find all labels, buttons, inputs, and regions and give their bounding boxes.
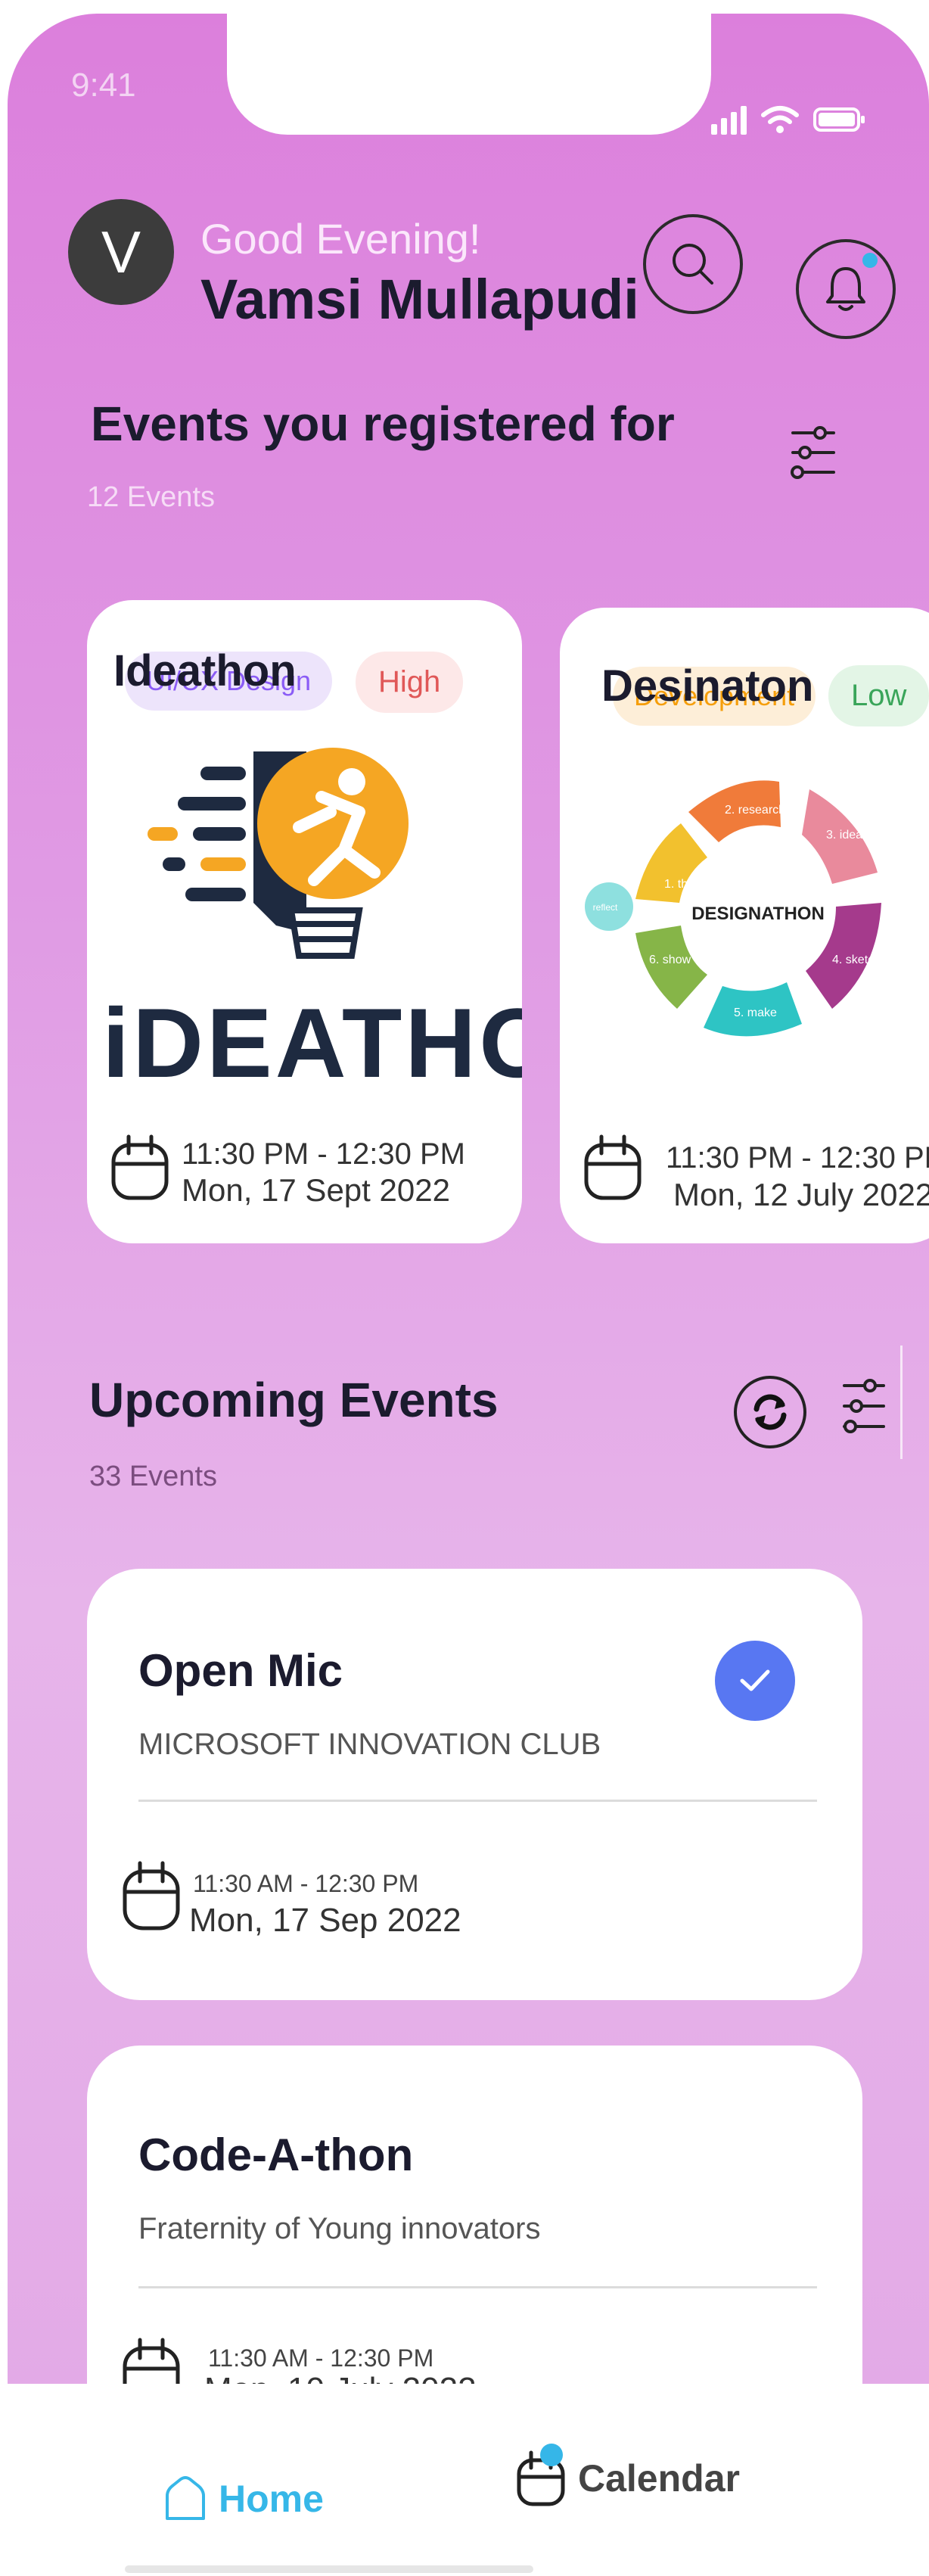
refresh-icon xyxy=(753,1394,787,1430)
event-time: 11:30 PM - 12:30 PM xyxy=(666,1141,929,1174)
event-time: 11:30 PM - 12:30 PM xyxy=(182,1137,465,1171)
notifications-button[interactable] xyxy=(796,239,896,339)
calendar-badge-dot xyxy=(540,2444,563,2466)
card-divider xyxy=(138,1800,817,1802)
home-indicator xyxy=(125,2565,533,2573)
calendar-icon xyxy=(584,1134,642,1200)
event-organizer: Fraternity of Young innovators xyxy=(138,2212,541,2245)
registered-section-title: Events you registered for xyxy=(91,397,675,451)
upcoming-count: 33 Events xyxy=(89,1461,217,1492)
event-date: Mon, 17 Sep 2022 xyxy=(189,1902,461,1939)
cycle-segment-label: 6. show xyxy=(649,954,691,966)
avatar[interactable]: V xyxy=(68,199,174,305)
divider xyxy=(900,1346,903,1459)
event-time: 11:30 AM - 12:30 PM xyxy=(193,1870,419,1897)
notification-dot xyxy=(862,253,878,268)
refresh-button[interactable] xyxy=(734,1376,806,1448)
cycle-segment-label: reflect xyxy=(593,902,618,913)
calendar-tab-icon-wrapper xyxy=(514,2444,567,2509)
event-title: Open Mic xyxy=(138,1645,343,1696)
battery-icon xyxy=(813,107,865,132)
cycle-segment-label: 4. sketch xyxy=(832,954,881,966)
phone-screen: 9:41 V Good Evening! Vamsi Mullapudi Eve… xyxy=(8,14,929,2576)
ideathon-logo-image xyxy=(148,748,409,959)
logo-text: iDEATHON xyxy=(102,988,522,1098)
card-divider xyxy=(138,2286,817,2288)
wifi-icon xyxy=(761,106,799,133)
cycle-segment-label: 3. ideate xyxy=(826,829,872,842)
event-date: Mon, 17 Sept 2022 xyxy=(182,1172,450,1208)
cycle-segment-label: 5. make xyxy=(734,1006,777,1019)
calendar-icon xyxy=(111,1134,169,1200)
upcoming-event-card[interactable]: Open Mic MICROSOFT INNOVATION CLUB 11:30… xyxy=(87,1569,862,2000)
calendar-icon xyxy=(123,1861,180,1930)
status-icons xyxy=(711,97,866,142)
home-icon xyxy=(166,2476,205,2520)
logo-text: DESIGNATHON xyxy=(691,904,825,924)
search-icon xyxy=(673,244,713,285)
registered-count: 12 Events xyxy=(87,481,215,513)
priority-badge: High xyxy=(356,652,464,713)
event-title: Code-A-thon xyxy=(138,2130,414,2180)
cycle-segment-label: 1. theme xyxy=(664,878,711,891)
tab-calendar-label: Calendar xyxy=(578,2457,740,2500)
tab-home-label: Home xyxy=(219,2478,324,2520)
priority-badge: Low xyxy=(828,665,929,726)
greeting-text: Good Evening! xyxy=(200,215,481,263)
event-time: 11:30 AM - 12:30 PM xyxy=(208,2344,434,2372)
event-title: Ideathon xyxy=(113,646,297,695)
registered-event-card[interactable]: UI/UX Design Ideathon High iDEATHON xyxy=(87,600,522,1243)
search-button[interactable] xyxy=(643,214,743,314)
designathon-cycle-image: reflect 1. theme 2. research 3. ideate 4… xyxy=(585,780,881,1037)
cycle-segment-label: 2. research xyxy=(725,804,785,817)
event-organizer: MICROSOFT INNOVATION CLUB xyxy=(138,1728,601,1761)
event-date: Mon, 12 July 2022 xyxy=(673,1177,929,1212)
bell-icon xyxy=(826,267,865,311)
check-icon xyxy=(740,1669,770,1691)
signal-icon xyxy=(711,104,747,135)
user-name: Vamsi Mullapudi xyxy=(200,268,639,331)
filter-icon[interactable] xyxy=(840,1372,888,1440)
registered-check-badge[interactable] xyxy=(715,1641,795,1721)
event-title: Desinaton xyxy=(601,661,814,711)
registered-event-card[interactable]: Development Desinaton Low reflect 1. the… xyxy=(560,608,929,1243)
upcoming-section-title: Upcoming Events xyxy=(89,1373,499,1427)
tab-home[interactable]: Home xyxy=(163,2475,324,2523)
filter-icon[interactable] xyxy=(787,422,840,483)
status-time: 9:41 xyxy=(71,67,136,104)
bottom-tab-bar: Home Calendar xyxy=(0,2384,929,2576)
tab-calendar[interactable]: Calendar xyxy=(514,2444,740,2509)
device-notch xyxy=(227,14,711,135)
